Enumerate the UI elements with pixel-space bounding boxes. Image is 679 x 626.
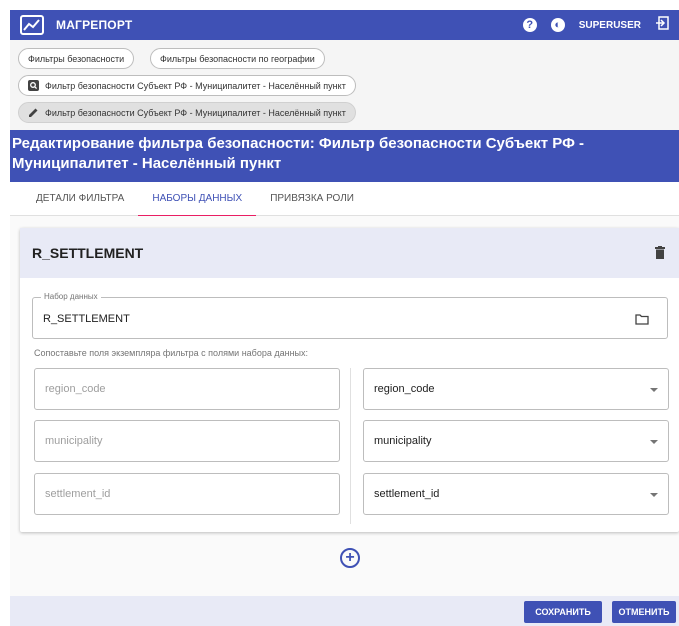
theme-toggle-icon[interactable]: ◐ xyxy=(550,18,565,32)
dataset-field-select[interactable]: municipality xyxy=(363,420,669,462)
tab-filter-details[interactable]: ДЕТАЛИ ФИЛЬТРА xyxy=(22,182,138,216)
folder-icon[interactable] xyxy=(635,312,649,330)
dataset-card: R_SETTLEMENT Набор данных R_SETTLEMENT С… xyxy=(20,228,679,532)
filter-field-placeholder: region_code xyxy=(45,383,106,395)
dataset-field-label: Набор данных xyxy=(41,292,101,301)
filter-field-input[interactable]: region_code xyxy=(34,368,340,410)
filter-field-placeholder: municipality xyxy=(45,435,103,447)
help-icon[interactable]: ? xyxy=(522,18,537,32)
main-content: R_SETTLEMENT Набор данных R_SETTLEMENT С… xyxy=(10,216,679,596)
page-title: Редактирование фильтра безопасности: Фил… xyxy=(10,130,679,182)
dataset-field-select[interactable]: region_code xyxy=(363,368,669,410)
chip-label: Фильтр безопасности Субъект РФ - Муницип… xyxy=(45,107,346,118)
dataset-field-select-value: settlement_id xyxy=(374,488,440,500)
dataset-field-select-value: region_code xyxy=(374,383,435,395)
chip-label: Фильтр безопасности Субъект РФ - Муницип… xyxy=(45,80,346,91)
dataset-field-select-value: municipality xyxy=(374,435,432,447)
breadcrumb: Фильтры безопасности Фильтры безопасност… xyxy=(10,40,679,130)
chevron-down-icon xyxy=(650,388,658,392)
mapping-hint: Сопоставьте поля экземпляра фильтра с по… xyxy=(34,348,309,358)
footer-bar: СОХРАНИТЬ ОТМЕНИТЬ xyxy=(10,596,679,626)
dataset-field[interactable]: Набор данных R_SETTLEMENT xyxy=(32,292,668,339)
pencil-icon xyxy=(28,107,39,118)
search-icon xyxy=(28,80,39,91)
filter-field-input[interactable]: settlement_id xyxy=(34,473,340,515)
chip-label: Фильтры безопасности xyxy=(28,53,125,64)
app-bar: МАГРЕПОРТ ? ◐ SUPERUSER xyxy=(10,10,679,40)
breadcrumb-chip-geo-filters[interactable]: Фильтры безопасности по географии xyxy=(150,48,325,69)
tab-bar: ДЕТАЛИ ФИЛЬТРА НАБОРЫ ДАННЫХ ПРИВЯЗКА РО… xyxy=(10,182,679,217)
breadcrumb-chip-security-filters[interactable]: Фильтры безопасности xyxy=(18,48,135,69)
mapping-divider xyxy=(350,368,351,524)
logout-icon[interactable] xyxy=(655,15,669,35)
dataset-card-header: R_SETTLEMENT xyxy=(20,228,679,278)
cancel-button[interactable]: ОТМЕНИТЬ xyxy=(612,601,676,623)
chip-label: Фильтры безопасности по географии xyxy=(160,53,315,64)
breadcrumb-chip-filter-view[interactable]: Фильтр безопасности Субъект РФ - Муницип… xyxy=(18,75,356,96)
chevron-down-icon xyxy=(650,493,658,497)
tab-datasets[interactable]: НАБОРЫ ДАННЫХ xyxy=(138,182,257,217)
breadcrumb-chip-filter-edit[interactable]: Фильтр безопасности Субъект РФ - Муницип… xyxy=(18,102,356,123)
app-logo-icon xyxy=(20,15,44,35)
dataset-field-select[interactable]: settlement_id xyxy=(363,473,669,515)
save-button[interactable]: СОХРАНИТЬ xyxy=(524,601,602,623)
filter-field-input[interactable]: municipality xyxy=(34,420,340,462)
app-title: МАГРЕПОРТ xyxy=(56,18,133,32)
add-dataset-button[interactable]: + xyxy=(340,548,360,568)
filter-field-placeholder: settlement_id xyxy=(45,488,111,500)
dataset-field-value: R_SETTLEMENT xyxy=(43,313,130,325)
dataset-card-title: R_SETTLEMENT xyxy=(32,245,144,261)
tab-role-binding[interactable]: ПРИВЯЗКА РОЛИ xyxy=(256,182,368,216)
delete-icon[interactable] xyxy=(655,246,665,262)
user-name[interactable]: SUPERUSER xyxy=(579,20,641,31)
chevron-down-icon xyxy=(650,440,658,444)
